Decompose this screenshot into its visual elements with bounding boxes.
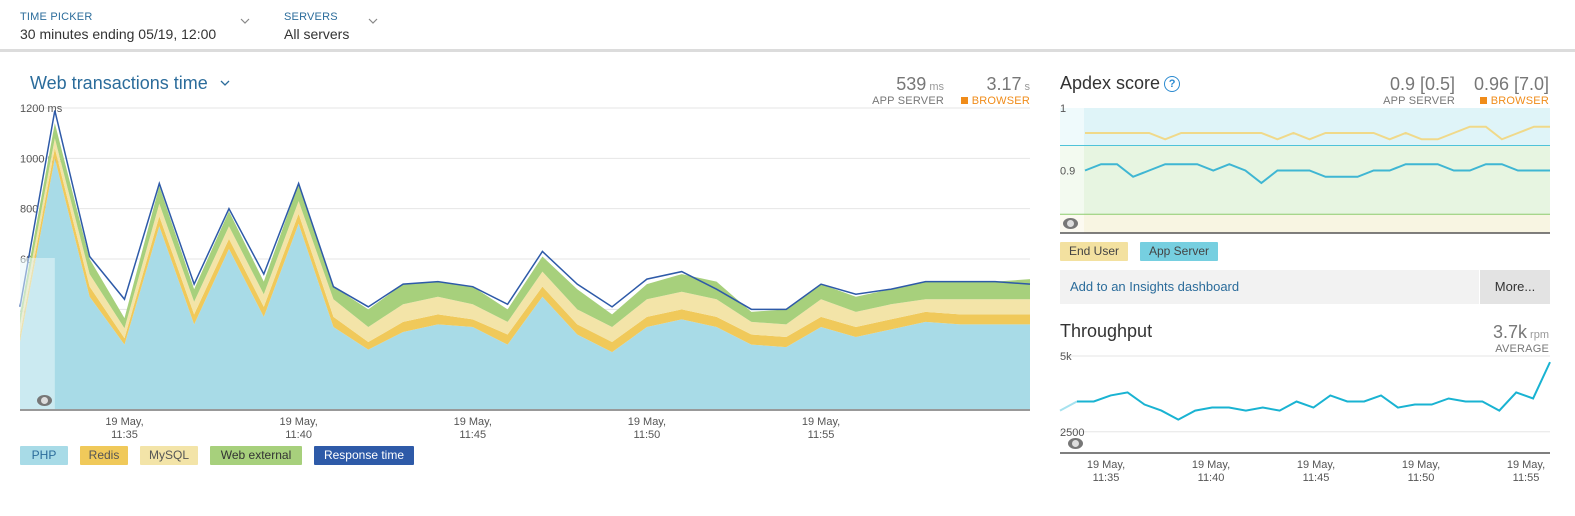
y-tick-label: 1200 ms [20,103,63,115]
browser-value: 3.17 [986,74,1022,94]
y-tick-label: 5k [1060,351,1072,363]
x-tick-label: 19 May, 11:40 [279,416,317,441]
help-icon[interactable]: ? [1164,76,1181,92]
add-to-insights-link[interactable]: Add to an Insights dashboard [1070,279,1239,294]
time-picker-value: 30 minutes ending 05/19, 12:00 [20,26,217,42]
web-transactions-title-dropdown[interactable]: Web transactions time [30,73,230,94]
filter-bar: TIME PICKER 30 minutes ending 05/19, 12:… [0,0,1575,52]
web-transactions-chart[interactable]: 200 ms400 ms600 ms800 ms1000 ms1200 ms19… [0,95,1040,450]
y-tick-label: 2500 [1060,427,1084,439]
web-transactions-title: Web transactions time [30,73,208,93]
legend-chip-web-external[interactable]: Web external [210,446,302,465]
x-tick-label: 19 May, 11:40 [1192,459,1230,484]
y-tick-label: 1 [1060,103,1066,115]
app-server-value: 539 [896,74,927,94]
apdex-header: Apdex score? [1060,73,1181,94]
x-tick-label: 19 May, 11:35 [1087,459,1125,484]
chevron-down-icon [240,18,250,24]
x-tick-label: 19 May, 11:55 [1507,459,1545,484]
series-line-throughput [1076,361,1551,421]
x-tick-label: 19 May, 11:50 [1402,459,1440,484]
legend-chip-redis[interactable]: Redis [80,446,128,465]
time-picker-label: TIME PICKER [20,11,93,23]
eye-icon[interactable] [1068,438,1083,449]
browser-unit: s [1024,81,1031,93]
more-button[interactable]: More... [1479,270,1550,304]
time-picker[interactable]: TIME PICKER 30 minutes ending 05/19, 12:… [20,11,250,43]
apdex-band-tolerating [1060,145,1550,215]
apdex-browser-value: 0.96 [7.0] [1473,74,1549,94]
chevron-down-icon [220,80,230,86]
x-tick-label: 19 May, 11:50 [628,416,666,441]
app-server-unit: ms [929,81,944,93]
apdex-chart[interactable]: 0.91 [1055,100,1555,240]
throughput-title: Throughput [1060,321,1153,341]
apdex-app-server-value: 0.9 [0.5] [1389,74,1455,94]
legend-chip-php[interactable]: PHP [20,446,68,465]
y-tick-label: 0.9 [1060,166,1075,178]
series-line-throughput-faded [1059,400,1078,412]
throughput-header: Throughput [1060,321,1152,342]
apdex-band-frustrated [1060,214,1550,233]
legend-chip-mysql[interactable]: MySQL [140,446,198,465]
throughput-unit: rpm [1530,329,1549,341]
legend-chip-app-server[interactable]: App Server [1140,242,1218,261]
insights-bar: Add to an Insights dashboard More... [1060,270,1550,304]
servers-label: SERVERS [284,11,338,23]
servers-value: All servers [284,26,350,42]
range-highlight [20,258,55,410]
x-tick-label: 19 May, 11:45 [454,416,492,441]
servers-picker[interactable]: SERVERS All servers [284,11,378,43]
eye-icon[interactable] [37,395,52,406]
x-tick-label: 19 May, 11:45 [1297,459,1335,484]
legend-chip-end-user[interactable]: End User [1060,242,1128,261]
apdex-title: Apdex score [1060,73,1161,93]
eye-icon[interactable] [1063,218,1078,229]
x-tick-label: 19 May, 11:55 [802,416,840,441]
legend-chip-response-time[interactable]: Response time [314,446,414,465]
x-tick-label: 19 May, 11:35 [105,416,143,441]
throughput-value: 3.7k [1493,322,1528,342]
chevron-down-icon [368,18,378,24]
throughput-chart[interactable]: 2500 5k 19 May, 11:35 19 May, 11:40 19 May, 11:… [1055,345,1555,490]
